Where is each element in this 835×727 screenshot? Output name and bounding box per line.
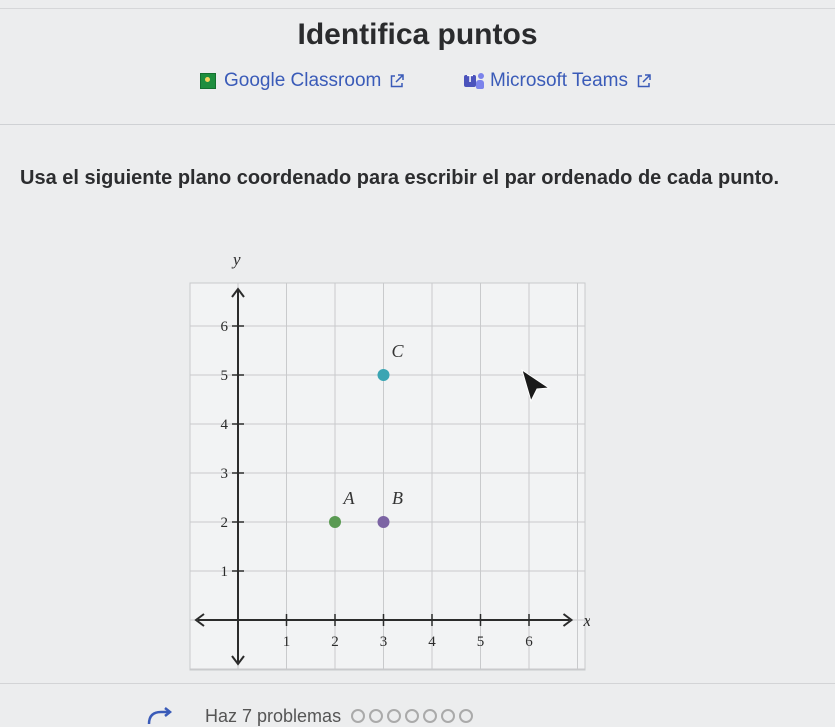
y-tick-label: 2: [221, 515, 229, 531]
y-tick-label: 1: [221, 564, 229, 580]
x-tick-label: 2: [331, 634, 339, 650]
x-tick-label: 1: [283, 634, 291, 650]
point-label-c: C: [391, 341, 404, 361]
microsoft-teams-link[interactable]: Microsoft Teams: [464, 70, 652, 92]
y-tick-label: 3: [221, 466, 229, 482]
point-a: [329, 516, 341, 528]
x-tick-label: 3: [380, 634, 388, 650]
y-tick-label: 4: [221, 417, 229, 433]
footer-divider: [0, 683, 835, 684]
point-label-a: A: [343, 488, 356, 508]
share-links: Google Classroom Microsoft Teams: [0, 70, 835, 98]
point-label-b: B: [392, 488, 403, 508]
coordinate-plane: x y 1 2 3 4 5 6 1 2 3 4 5 6 A B C: [180, 245, 592, 680]
coordinate-plane-svg: x y 1 2 3 4 5 6 1 2 3 4 5 6 A B C: [189, 250, 592, 671]
progress-dot: [405, 709, 420, 723]
plane-background: [189, 282, 586, 671]
point-b: [377, 516, 390, 528]
point-c: [377, 369, 390, 381]
mouse-cursor-icon: [521, 368, 551, 403]
progress-dot: [351, 709, 366, 723]
y-tick-label: 5: [221, 368, 229, 384]
footer-bar: Haz 7 problemas: [145, 706, 545, 726]
progress-dot: [441, 709, 456, 723]
x-axis-label: x: [583, 611, 591, 630]
microsoft-teams-icon: [464, 72, 484, 90]
progress-dots: [351, 709, 477, 723]
x-tick-label: 5: [477, 634, 485, 650]
progress-dot: [369, 709, 384, 723]
x-tick-label: 6: [525, 634, 533, 650]
google-classroom-link[interactable]: Google Classroom: [200, 70, 405, 92]
google-classroom-label: Google Classroom: [224, 70, 382, 91]
progress-dot: [387, 709, 402, 723]
y-tick-label: 6: [221, 319, 229, 335]
external-link-icon: [637, 74, 651, 88]
top-divider: [0, 8, 835, 9]
page-title: Identifica puntos: [297, 18, 538, 51]
external-link-icon: [391, 74, 405, 88]
progress-dot: [423, 709, 438, 723]
footer-text: Haz 7 problemas: [205, 705, 342, 726]
x-tick-label: 4: [428, 634, 436, 650]
microsoft-teams-label: Microsoft Teams: [490, 70, 628, 91]
problem-instructions: Usa el siguiente plano coordenado para e…: [20, 167, 780, 189]
progress-dot: [459, 709, 474, 723]
retry-icon[interactable]: [145, 706, 175, 726]
y-axis-label: y: [231, 250, 241, 269]
google-classroom-icon: [200, 73, 216, 89]
section-divider: [0, 124, 835, 125]
